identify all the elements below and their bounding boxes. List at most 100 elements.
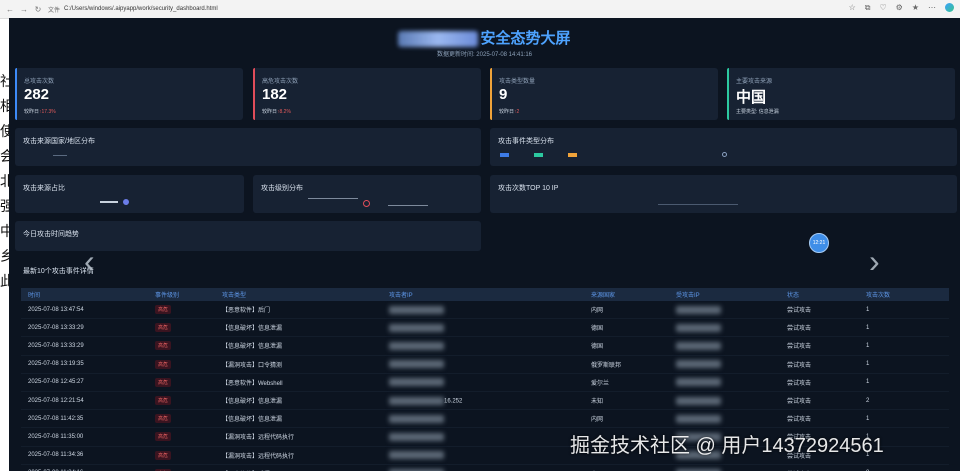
- table-row[interactable]: 2025-07-08 13:33:29 高危 【信息破坏】信息泄漏 德国 尝试攻击 1: [21, 318, 949, 338]
- page-title: 安全态势大屏: [9, 27, 960, 48]
- table-row[interactable]: 2025-07-08 12:45:27 高危 【恶意软件】Webshell 爱尔兰 尝试…: [21, 373, 949, 392]
- extensions-icon[interactable]: ⚙: [896, 3, 903, 13]
- cell-count: 1: [859, 318, 949, 338]
- cell-count: 1: [859, 336, 949, 356]
- col-time[interactable]: 时间: [21, 288, 148, 301]
- cell-country: 内网: [584, 409, 669, 429]
- level-badge: 高危: [155, 377, 172, 387]
- cell-target-ip: [669, 391, 780, 411]
- redacted-ip: [676, 323, 721, 332]
- redacted-ip: [676, 414, 721, 423]
- cell-target-ip: [669, 373, 780, 392]
- stat-label: 主要攻击来源: [736, 79, 773, 85]
- legend-swatch-3: [568, 153, 577, 157]
- cell-country: 德国: [584, 336, 669, 356]
- cell-count: 8: [859, 464, 949, 471]
- cell-attacker-ip: 16.252: [382, 391, 584, 411]
- cell-status: 尝试攻击: [780, 355, 859, 374]
- url-prefix: 文件: [48, 7, 61, 14]
- back-icon[interactable]: ←: [6, 5, 14, 14]
- table-row[interactable]: 2025-07-08 12:21:54 高危 【信息破坏】信息泄漏 16.252 未知 尝…: [21, 391, 949, 411]
- favorite-icon[interactable]: ☆: [849, 3, 856, 13]
- edge-logo-icon[interactable]: [945, 3, 954, 12]
- stat-label: 高危攻击次数: [262, 79, 299, 85]
- redacted-ip: [389, 378, 444, 387]
- cell-type: 【信息破坏】信息泄漏: [215, 318, 382, 338]
- panel-title: 攻击来源占比: [23, 185, 65, 192]
- cell-status: 尝试攻击: [780, 373, 859, 392]
- stat-value: 9: [499, 86, 508, 103]
- panel-title: 今日攻击时间趋势: [23, 231, 79, 238]
- cell-target-ip: [669, 336, 780, 356]
- col-country[interactable]: 来源国家: [584, 288, 669, 301]
- level-mark: [363, 200, 370, 207]
- col-status[interactable]: 状态: [780, 288, 859, 301]
- cell-type: 【漏洞攻击】远程代码执行: [215, 427, 382, 447]
- carousel-next-icon[interactable]: ›: [869, 243, 880, 280]
- cell-status: 尝试攻击: [780, 409, 859, 429]
- cell-count: 2: [859, 391, 949, 411]
- collections-icon[interactable]: ♡: [879, 3, 886, 13]
- favorites-bar-icon[interactable]: ★: [912, 3, 919, 13]
- redacted-ip: [676, 305, 721, 314]
- cell-attacker-ip: [382, 355, 584, 374]
- cell-country: 俄罗斯联邦: [584, 355, 669, 374]
- stat-label: 总攻击次数: [24, 79, 55, 85]
- redacted-ip: [389, 432, 444, 441]
- level-line-2: [388, 205, 428, 206]
- stat-sub: 较昨日↑2: [499, 109, 520, 115]
- cell-country: 内网: [584, 301, 669, 320]
- cell-type: 【漏洞攻击】远程代码执行: [215, 446, 382, 465]
- cell-level: 高危: [148, 355, 215, 374]
- pie-mark: [123, 199, 129, 205]
- table-row[interactable]: 2025-07-08 13:19:35 高危 【漏洞攻击】口令猜测 俄罗斯联邦 尝试攻击…: [21, 355, 949, 374]
- watermark-text: 掘金技术社区 @ 用户14372924561: [570, 435, 884, 457]
- col-attacker-ip[interactable]: 攻击者IP: [382, 288, 584, 301]
- cell-target-ip: [669, 409, 780, 429]
- redacted-org-name: [398, 31, 479, 48]
- cell-target-ip: [669, 355, 780, 374]
- table-row[interactable]: 2025-07-08 13:33:29 高危 【信息破坏】信息泄漏 德国 尝试攻击 1: [21, 336, 949, 356]
- panel-title: 攻击级别分布: [261, 185, 303, 192]
- cell-type: 【信息破坏】信息泄漏: [215, 391, 382, 411]
- floating-time-button[interactable]: 12:21: [809, 233, 829, 253]
- pie-label: [100, 201, 118, 203]
- level-badge: 高危: [155, 414, 172, 424]
- stat-card-total: 总攻击次数 282 较昨日↑17.3%: [15, 68, 243, 120]
- address-bar[interactable]: C:/Users/windows/.aipyapp/work/security_…: [64, 6, 218, 12]
- redacted-ip: [676, 378, 721, 387]
- cell-time: 2025-07-08 11:34:36: [21, 446, 148, 465]
- cell-country: 爱尔兰: [584, 373, 669, 392]
- cell-attacker-ip: [382, 446, 584, 465]
- redacted-ip: [389, 323, 444, 332]
- forward-icon[interactable]: →: [20, 5, 28, 14]
- panel-title: 攻击事件类型分布: [498, 138, 554, 145]
- cell-level: 高危: [148, 336, 215, 356]
- col-type[interactable]: 攻击类型: [215, 288, 382, 301]
- redacted-ip: [389, 305, 444, 314]
- col-target-ip[interactable]: 受攻击IP: [669, 288, 780, 301]
- cell-attacker-ip: [382, 464, 584, 471]
- level-badge: 高危: [155, 450, 172, 460]
- panel-title: 攻击次数TOP 10 IP: [498, 185, 559, 192]
- cell-status: 尝试攻击: [780, 464, 859, 471]
- cell-country: 内网: [584, 464, 669, 471]
- cell-type: 【信息破坏】信息泄漏: [215, 336, 382, 356]
- cell-status: 尝试攻击: [780, 301, 859, 320]
- source-ratio-panel: 攻击来源占比: [15, 175, 244, 213]
- table-row[interactable]: 2025-07-08 11:42:35 高危 【信息破坏】信息泄漏 内网 尝试攻击 1: [21, 409, 949, 429]
- cell-type: 【恶意软件】Webshell: [215, 373, 382, 392]
- cell-time: 2025-07-08 13:33:29: [21, 336, 148, 356]
- col-count[interactable]: 攻击次数: [859, 288, 949, 301]
- col-level[interactable]: 事件级别: [148, 288, 215, 301]
- split-icon[interactable]: ⧉: [865, 3, 871, 13]
- table-row[interactable]: 2025-07-08 13:47:54 高危 【恶意软件】后门 内网 尝试攻击 1: [21, 301, 949, 320]
- reload-icon[interactable]: ↻: [34, 5, 42, 14]
- cell-time: 2025-07-08 12:45:27: [21, 373, 148, 392]
- stat-sub: 较昨日↑8.2%: [262, 109, 291, 115]
- cell-level: 高危: [148, 301, 215, 320]
- more-icon[interactable]: ⋯: [928, 3, 936, 13]
- carousel-prev-icon[interactable]: ‹: [84, 243, 95, 280]
- redacted-ip: [676, 341, 721, 350]
- table-row[interactable]: 2025-07-08 11:34:16高危【恶意软件】后门 内网 尝试攻击8: [21, 464, 949, 471]
